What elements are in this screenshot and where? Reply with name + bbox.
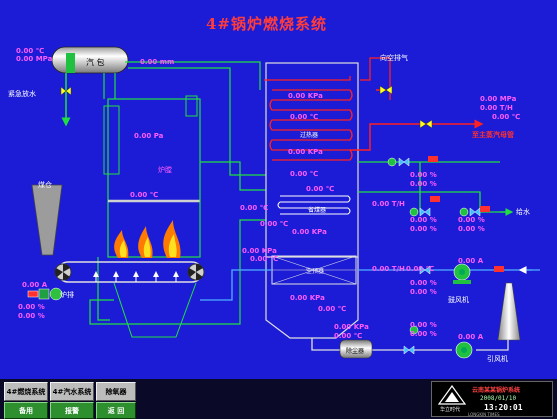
clock-time: 13:20:01 xyxy=(484,403,523,412)
grate-speed1: 0.00 % xyxy=(18,303,45,311)
id-fan-label: 引风机 xyxy=(487,355,508,363)
dc-pressure: 0.00 KPa xyxy=(334,323,369,331)
flames xyxy=(114,220,181,258)
coal-hopper-label: 煤仓 xyxy=(38,181,52,189)
id-damper2: 0.00 % xyxy=(410,330,437,338)
fw-valve-c2: 0.00 % xyxy=(458,225,485,233)
dc-temp: 0.00 ℃ xyxy=(334,332,363,340)
steam-pressure: 0.00 MPa xyxy=(480,95,517,103)
sh-pressure-mid: 0.00 KPa xyxy=(288,148,323,156)
main-steam-valve[interactable] xyxy=(419,119,433,129)
process-diagram xyxy=(27,46,540,359)
grate-current: 0.00 A xyxy=(22,281,48,289)
sh-pressure-top: 0.00 KPa xyxy=(288,92,323,100)
clock-panel: 云南某某锅炉系统 2008/01/10 13:20:01 华立时代 LONGKI… xyxy=(431,381,553,417)
company-name: 云南某某锅炉系统 xyxy=(472,387,521,394)
feedwater-label: 给水 xyxy=(516,208,530,216)
chimney xyxy=(497,282,521,341)
feedwater-valve-b[interactable] xyxy=(409,196,440,217)
main-steam-label: 至主蒸汽母管 xyxy=(472,131,514,139)
fw-valve-b1: 0.00 % xyxy=(410,216,437,224)
fw-valve-c1: 0.00 % xyxy=(458,216,485,224)
drum-level: 0.00 mm xyxy=(140,58,175,66)
page-title: 4#锅炉燃烧系统 xyxy=(206,15,328,33)
steam-flow: 0.00 T/H xyxy=(480,104,513,112)
company-logo-icon xyxy=(438,385,466,405)
feedwater-valve-a[interactable] xyxy=(387,156,438,167)
fd-damper2: 0.00 % xyxy=(410,288,437,296)
furnace-pressure: 0.00 Pa xyxy=(134,132,164,140)
id-fan[interactable] xyxy=(455,341,473,359)
econ-pressure: 0.00 KPa xyxy=(292,228,327,236)
fd-fan-label: 鼓风机 xyxy=(448,296,469,304)
scada-screen: { "title": "4#锅炉燃烧系统", "drum": {"label":… xyxy=(0,0,557,419)
grate-motor[interactable] xyxy=(27,287,63,301)
brand-subtitle: LONGKIN TIMES xyxy=(468,412,500,417)
ap-pressure: 0.00 KPa xyxy=(242,247,277,255)
fd-air-duct xyxy=(200,266,540,301)
nav-standby-button[interactable]: 备用 xyxy=(4,402,48,419)
coal-hopper xyxy=(31,184,63,256)
furnace-temp: 0.00 ℃ xyxy=(130,191,159,199)
emergency-drain-label: 紧急放水 xyxy=(8,90,36,98)
economizer-label: 省煤器 xyxy=(308,207,327,214)
fd-current: 0.00 A xyxy=(458,257,484,265)
nav-alarm-button[interactable]: 报警 xyxy=(50,402,94,419)
duct-pressure: 0.00 KPa xyxy=(290,294,325,302)
fd-damper1: 0.00 % xyxy=(410,279,437,287)
id-current: 0.00 A xyxy=(458,333,484,341)
furnace-label: 炉膛 xyxy=(158,166,172,174)
nav-steam-water-button[interactable]: 4#汽水系统 xyxy=(50,382,94,401)
sh-temp-top: 0.00 ℃ xyxy=(290,113,319,121)
grate-label: 炉排 xyxy=(60,291,74,299)
grate-speed2: 0.00 % xyxy=(18,312,45,320)
vent-label: 向空排气 xyxy=(380,54,408,62)
vent-valve[interactable] xyxy=(379,85,393,95)
chain-grate[interactable] xyxy=(54,261,205,283)
id-damper1: 0.00 % xyxy=(410,321,437,329)
left-temp: 0.00 ℃ xyxy=(240,204,269,212)
drum-pressure: 0.00 MPa xyxy=(16,55,53,63)
ap-flow: 0.00 T/H xyxy=(372,265,405,273)
main-steam-line xyxy=(350,89,484,151)
fw-valve-a2: 0.00 % xyxy=(410,180,437,188)
nav-back-button[interactable]: 返 回 xyxy=(96,402,136,419)
superheater-label: 过热器 xyxy=(300,132,319,139)
nav-dust-removal-button[interactable]: 除氧器 xyxy=(96,382,136,401)
grate-air-arrows xyxy=(93,271,179,282)
fw-valve-a1: 0.00 % xyxy=(410,171,437,179)
dust-collector-label: 除尘器 xyxy=(346,348,365,355)
feedwater-valve-c[interactable] xyxy=(459,206,490,217)
nav-combustion-button[interactable]: 4#燃烧系统 xyxy=(4,382,48,401)
duct-temp: 0.00 ℃ xyxy=(318,305,347,313)
superheater-coils xyxy=(264,57,391,161)
fw-valve-b2: 0.00 % xyxy=(410,225,437,233)
drum-label: 汽 包 xyxy=(86,58,105,67)
econ-in-temp: 0.00 ℃ xyxy=(306,185,335,193)
air-preheater-label: 空预器 xyxy=(306,268,325,275)
ap-air-temp: 0.00 ℃ xyxy=(406,265,435,273)
fw-flow: 0.00 T/H xyxy=(372,200,405,208)
steam-temp: 0.00 ℃ xyxy=(492,113,521,121)
ap-temp: 0.00 ℃ xyxy=(250,255,279,263)
drum-temp: 0.00 ℃ xyxy=(16,47,45,55)
econ-out-temp: 0.00 ℃ xyxy=(260,220,289,228)
brand-name: 华立时代 xyxy=(440,407,461,413)
sh-temp-mid: 0.00 ℃ xyxy=(290,170,319,178)
clock-date: 2008/01/10 xyxy=(480,395,517,402)
fd-fan[interactable] xyxy=(453,263,471,284)
water-risers xyxy=(89,61,266,325)
